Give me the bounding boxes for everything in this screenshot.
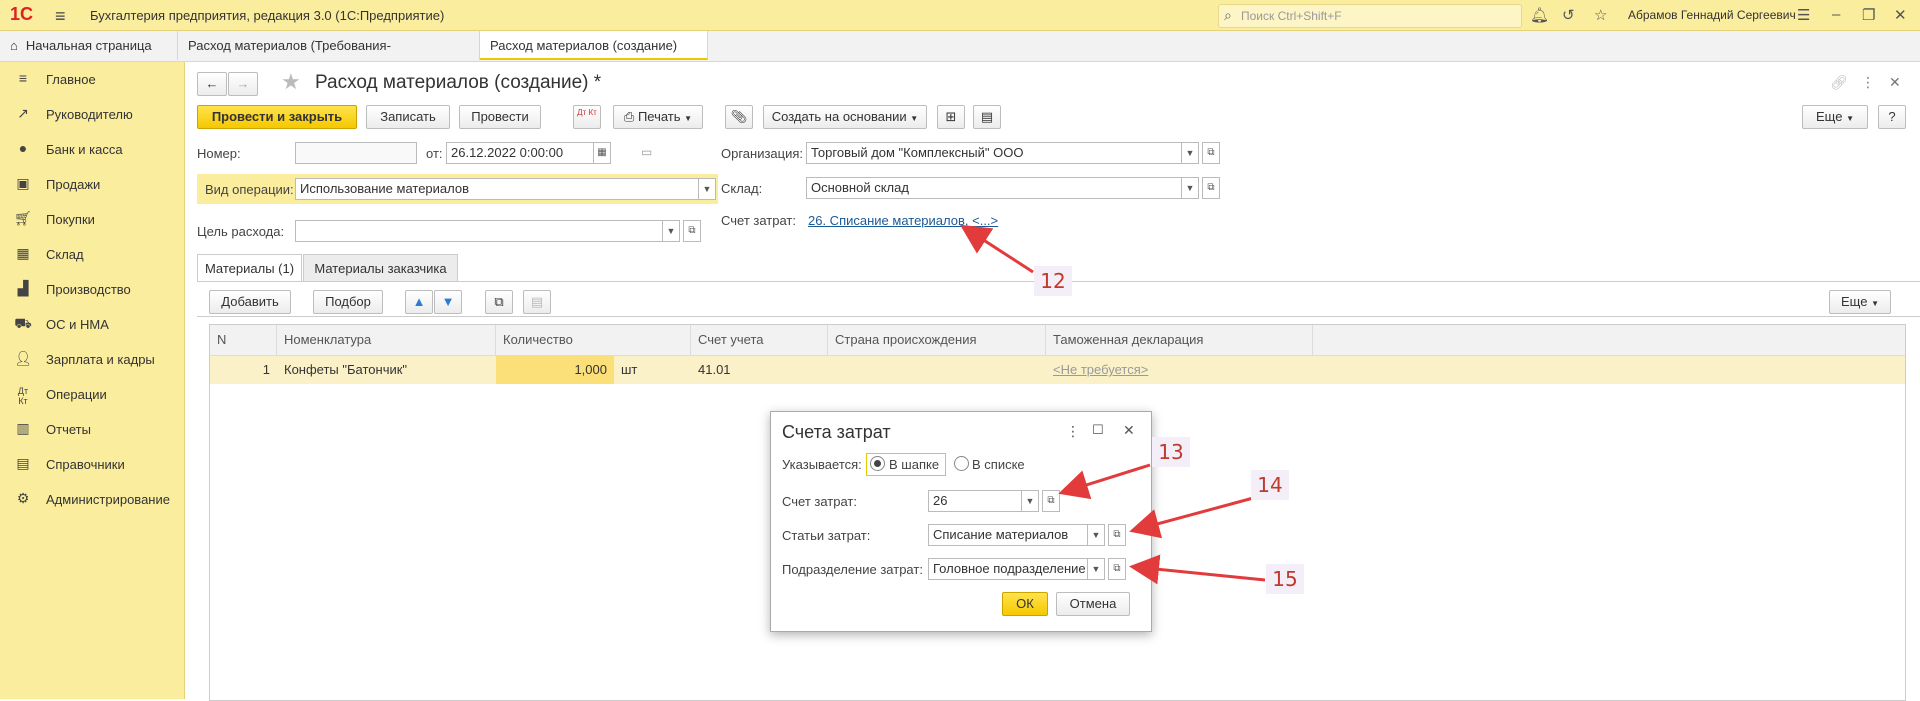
annotation-arrows — [959, 224, 1266, 585]
arrow-15 — [1129, 554, 1266, 585]
callout-12: 12 — [1034, 266, 1072, 296]
arrow-12 — [959, 224, 1034, 274]
arrow-14 — [1129, 495, 1258, 539]
callout-13: 13 — [1152, 437, 1190, 467]
callout-14: 14 — [1251, 470, 1289, 500]
arrow-13 — [1058, 463, 1151, 500]
callout-15: 15 — [1266, 564, 1304, 594]
